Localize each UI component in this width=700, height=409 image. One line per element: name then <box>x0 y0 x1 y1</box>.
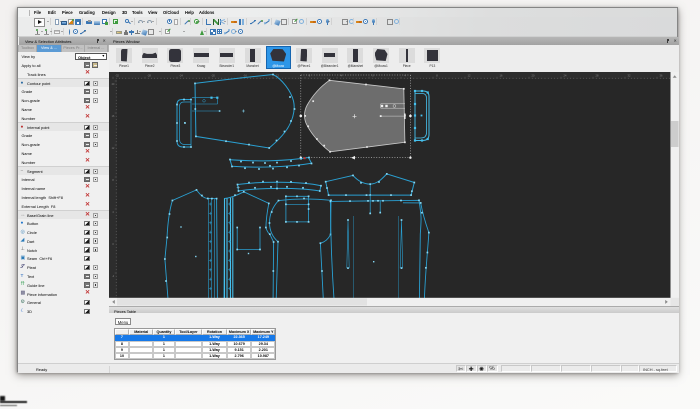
svg-text:-28: -28 <box>147 74 151 78</box>
svg-text:-24: -24 <box>179 74 183 78</box>
svg-text:-20: -20 <box>211 74 215 78</box>
svg-text:-32: -32 <box>115 74 119 78</box>
